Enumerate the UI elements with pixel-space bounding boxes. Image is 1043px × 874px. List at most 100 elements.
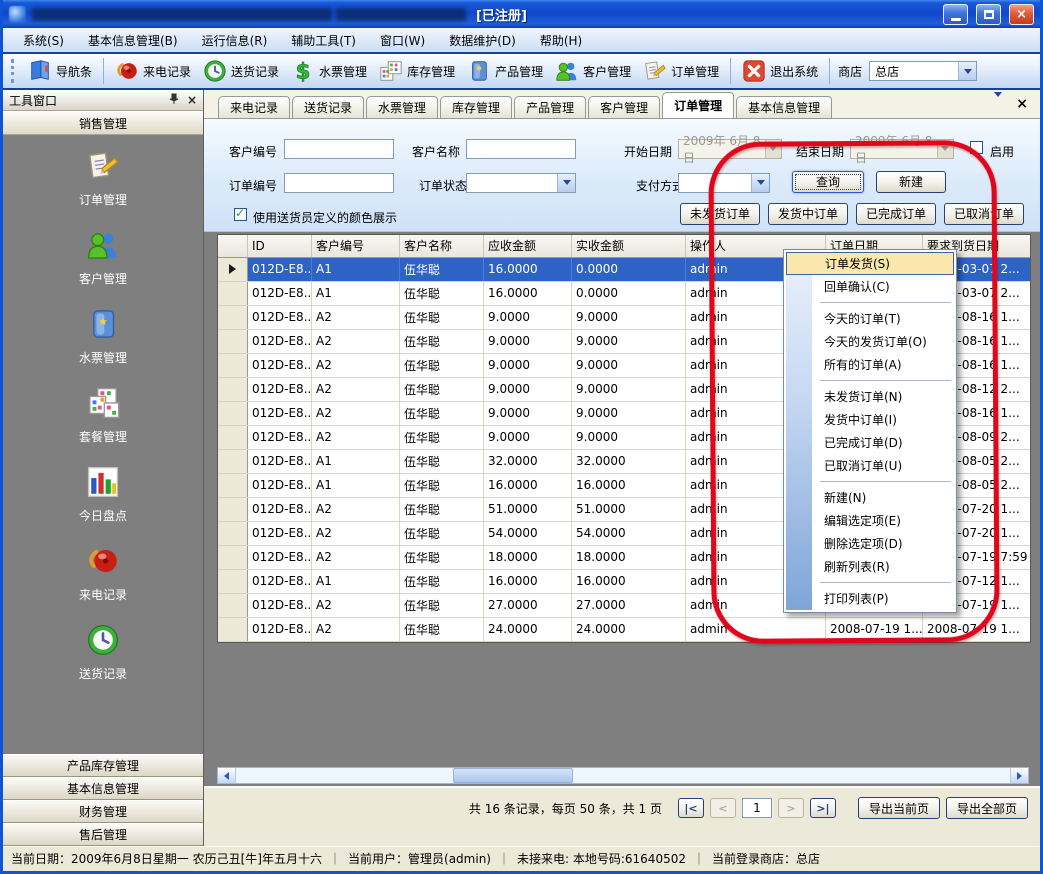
context-menu-item[interactable]: 订单发货(S) — [786, 252, 954, 275]
sidebar-section[interactable]: 产品库存管理 — [3, 754, 203, 777]
enable-date-checkbox[interactable] — [970, 141, 983, 154]
tab-close-icon[interactable]: × — [1016, 98, 1028, 110]
menu-item[interactable]: 帮助(H) — [530, 29, 592, 52]
context-menu-item[interactable]: 打印列表(P) — [786, 587, 954, 610]
column-header[interactable]: 实收金额 — [572, 235, 686, 257]
order-status-filter-button[interactable]: 已完成订单 — [856, 203, 936, 225]
menu-item[interactable]: 基本信息管理(B) — [78, 29, 188, 52]
toolbar-water-ticket-button[interactable]: $ 水票管理 — [286, 57, 372, 85]
maximize-button[interactable] — [976, 4, 1001, 25]
cell-customer-name: 伍华聪 — [400, 474, 484, 497]
new-button[interactable]: 新建 — [876, 171, 946, 193]
toolbar-navigator-button[interactable]: 导航条 — [23, 57, 97, 85]
tab[interactable]: 订单管理 — [662, 92, 734, 118]
toolbar-exit-button[interactable]: 退出系统 — [737, 57, 823, 85]
sidebar-item-delivery-log[interactable]: 送货记录 — [79, 623, 127, 682]
context-menu-item[interactable]: 今天的订单(T) — [786, 307, 954, 330]
sidebar-item-water-ticket[interactable]: 水票管理 — [79, 307, 127, 366]
store-select[interactable]: 总店 — [869, 61, 977, 81]
context-menu-item-label: 订单发货(S) — [825, 255, 890, 272]
toolbar-grip[interactable] — [11, 59, 17, 83]
toolbar-call-log-button[interactable]: 来电记录 — [110, 57, 196, 85]
column-header[interactable]: 客户名称 — [400, 235, 484, 257]
tab[interactable]: 产品管理 — [514, 96, 586, 118]
context-menu-item[interactable]: 删除选定项(D) — [786, 532, 954, 555]
menu-item[interactable]: 数据维护(D) — [439, 29, 526, 52]
context-menu-item[interactable]: 回单确认(C) — [786, 275, 954, 298]
cell-received: 0.0000 — [572, 282, 686, 305]
context-menu-item[interactable]: 今天的发货订单(O) — [786, 330, 954, 353]
last-page-button[interactable]: >| — [810, 798, 836, 818]
scroll-left-button[interactable] — [218, 768, 236, 783]
menu-item[interactable]: 运行信息(R) — [192, 29, 278, 52]
order-status-filter-button[interactable]: 未发货订单 — [680, 203, 760, 225]
prev-page-button[interactable]: < — [710, 798, 736, 818]
context-menu-item[interactable]: 刷新列表(R) — [786, 555, 954, 578]
tab[interactable]: 基本信息管理 — [736, 96, 832, 118]
tab[interactable]: 来电记录 — [218, 96, 290, 118]
scroll-right-button[interactable] — [1010, 768, 1028, 783]
scrollbar-track[interactable] — [236, 768, 1010, 783]
context-menu-item[interactable]: 已完成订单(D) — [786, 431, 954, 454]
tab-list-dropdown-icon[interactable] — [994, 97, 1002, 111]
sidebar-section[interactable]: 财务管理 — [3, 800, 203, 823]
product-card-icon — [467, 59, 491, 83]
toolbar-order-button[interactable]: 订单管理 — [638, 57, 724, 85]
pin-icon[interactable] — [169, 93, 179, 107]
pay-method-arrow-icon[interactable] — [751, 174, 769, 192]
start-date-picker[interactable]: 2009年 6月 8日 — [678, 139, 782, 159]
context-menu-item[interactable]: 编辑选定项(E) — [786, 509, 954, 532]
query-button[interactable]: 查询 — [792, 171, 864, 193]
order-status-filter-button[interactable]: 已取消订单 — [944, 203, 1024, 225]
sidebar-section[interactable]: 基本信息管理 — [3, 777, 203, 800]
sidebar-item-daily-stock[interactable]: 今日盘点 — [79, 465, 127, 524]
end-date-picker[interactable]: 2009年 6月 8日 — [850, 139, 954, 159]
tab[interactable]: 水票管理 — [366, 96, 438, 118]
sidebar-item-customer[interactable]: 客户管理 — [79, 228, 127, 287]
sidebar-section[interactable]: 售后管理 — [3, 823, 203, 846]
close-button[interactable]: × — [1009, 4, 1034, 25]
menu-item[interactable]: 窗口(W) — [370, 29, 435, 52]
export-all-pages-button[interactable]: 导出全部页 — [946, 797, 1028, 819]
order-status-select[interactable] — [466, 173, 576, 193]
context-menu-item[interactable]: 新建(N) — [786, 486, 954, 509]
order-status-arrow-icon[interactable] — [557, 174, 575, 192]
column-header[interactable]: 应收金额 — [484, 235, 572, 257]
toolbar-delivery-log-button[interactable]: 送货记录 — [198, 57, 284, 85]
page-number-input[interactable] — [742, 798, 772, 818]
scrollbar-thumb[interactable] — [453, 768, 573, 783]
next-page-button[interactable]: > — [778, 798, 804, 818]
minimize-button[interactable] — [943, 4, 968, 25]
tab[interactable]: 送货记录 — [292, 96, 364, 118]
order-status-filter-button[interactable]: 发货中订单 — [768, 203, 848, 225]
sidebar-section-sales[interactable]: 销售管理 — [3, 111, 203, 135]
column-header[interactable] — [218, 235, 248, 257]
color-display-checkbox[interactable] — [234, 208, 247, 221]
context-menu-item[interactable]: 未发货订单(N) — [786, 385, 954, 408]
order-no-input[interactable] — [284, 173, 394, 193]
column-header[interactable]: ID — [248, 235, 312, 257]
store-select-arrow-icon[interactable] — [958, 62, 976, 80]
sidebar-item-call-log[interactable]: 来电记录 — [79, 544, 127, 603]
export-current-page-button[interactable]: 导出当前页 — [858, 797, 940, 819]
tool-window-close-icon[interactable]: × — [187, 93, 197, 107]
menu-item[interactable]: 系统(S) — [13, 29, 74, 52]
sidebar-item-combo[interactable]: 套餐管理 — [79, 386, 127, 445]
context-menu-item[interactable]: 已取消订单(U) — [786, 454, 954, 477]
horizontal-scrollbar[interactable] — [217, 767, 1029, 784]
first-page-button[interactable]: |< — [678, 798, 704, 818]
column-header[interactable]: 客户编号 — [312, 235, 400, 257]
context-menu-item[interactable]: 发货中订单(I) — [786, 408, 954, 431]
customer-no-input[interactable] — [284, 139, 394, 159]
table-row[interactable]: 012D-E8... A2 伍华聪 24.0000 24.0000 admin … — [218, 618, 1030, 642]
pay-method-select[interactable] — [678, 173, 770, 193]
toolbar-customer-button[interactable]: 客户管理 — [550, 57, 636, 85]
context-menu-item[interactable]: 所有的订单(A) — [786, 353, 954, 376]
sidebar-item-order[interactable]: 订单管理 — [79, 149, 127, 208]
menu-item[interactable]: 辅助工具(T) — [281, 29, 366, 52]
toolbar-product-button[interactable]: 产品管理 — [462, 57, 548, 85]
customer-name-input[interactable] — [466, 139, 576, 159]
tab[interactable]: 客户管理 — [588, 96, 660, 118]
tab[interactable]: 库存管理 — [440, 96, 512, 118]
toolbar-inventory-button[interactable]: 库存管理 — [374, 57, 460, 85]
